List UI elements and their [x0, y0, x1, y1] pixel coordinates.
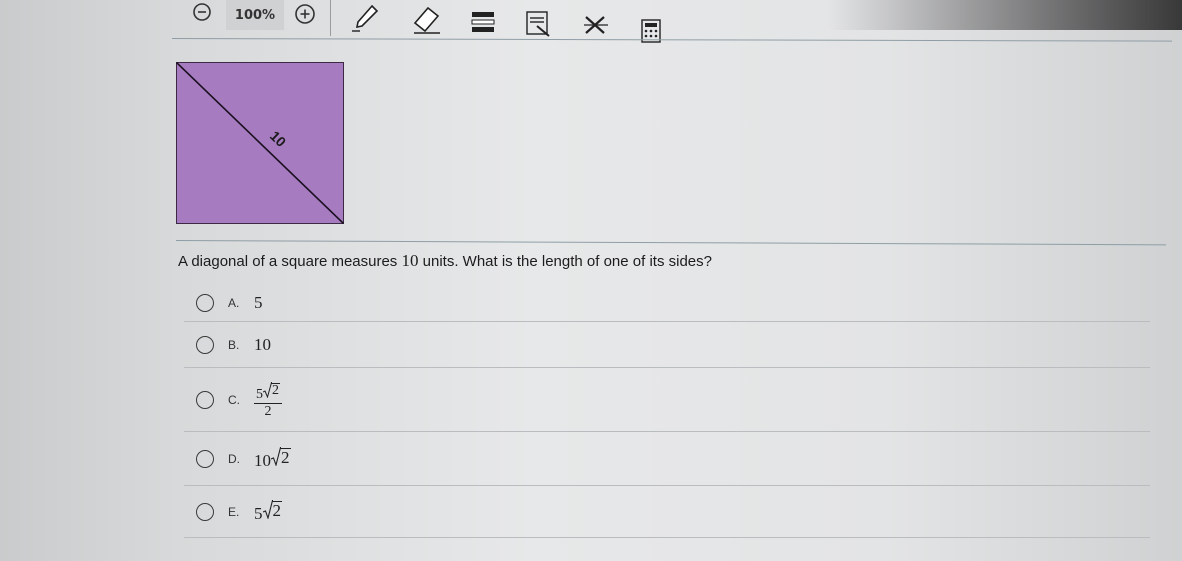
choice-letter: B. [228, 338, 240, 352]
highlighter-icon[interactable] [470, 10, 496, 34]
choice-b[interactable]: B. 10 [184, 323, 1150, 368]
radio-button[interactable] [196, 336, 214, 354]
radicand: 2 [280, 448, 291, 467]
radio-button[interactable] [196, 450, 214, 468]
choice-value: 5 [254, 293, 263, 312]
toolbar-bottom-rule [171, 38, 1172, 42]
toolbar: 100% [170, 0, 670, 43]
square-root: 2 [271, 447, 291, 466]
fraction-numerator: 52 [254, 381, 282, 404]
coefficient: 10 [254, 451, 271, 470]
coefficient: 5 [254, 504, 263, 523]
question-suffix: units. What is the length of one of its … [418, 253, 712, 270]
zoom-level: 100% [226, 0, 284, 30]
radio-button[interactable] [196, 294, 214, 312]
radicand: 2 [271, 382, 280, 398]
fraction-denominator: 2 [264, 403, 272, 419]
radicand: 2 [271, 501, 282, 520]
zoom-in-icon[interactable] [294, 3, 316, 25]
choice-c[interactable]: C. 52 2 [184, 369, 1150, 432]
choice-letter: D. [228, 452, 240, 466]
line-reader-icon[interactable] [525, 10, 551, 38]
zoom-out-icon[interactable] [192, 2, 212, 22]
choice-letter: A. [228, 296, 240, 310]
radio-button[interactable] [196, 391, 214, 409]
choice-value: 10 2 [254, 447, 291, 471]
square-root: 2 [263, 381, 280, 398]
eraser-icon[interactable] [410, 5, 442, 35]
square-root: 2 [262, 500, 282, 520]
answer-eliminator-icon[interactable] [582, 14, 610, 36]
question-text: A diagonal of a square measures 10 units… [178, 251, 712, 271]
choice-d[interactable]: D. 10 2 [184, 433, 1150, 486]
choice-e[interactable]: E. 52 [184, 487, 1150, 538]
fraction: 52 2 [254, 381, 282, 419]
choice-letter: C. [228, 393, 240, 407]
radio-button[interactable] [196, 503, 214, 521]
coefficient: 5 [256, 386, 263, 402]
question-divider [175, 240, 1166, 246]
choice-value: 52 [254, 500, 282, 524]
choice-letter: E. [228, 505, 240, 519]
question-prefix: A diagonal of a square measures [178, 253, 402, 270]
choice-a[interactable]: A. 5 [184, 285, 1150, 322]
question-number: 10 [401, 251, 419, 270]
toolbar-divider [330, 0, 331, 36]
square-figure: 10 [175, 61, 345, 225]
choice-value: 10 [254, 335, 271, 354]
pen-icon[interactable] [350, 3, 380, 33]
choice-value: 52 2 [254, 381, 282, 419]
